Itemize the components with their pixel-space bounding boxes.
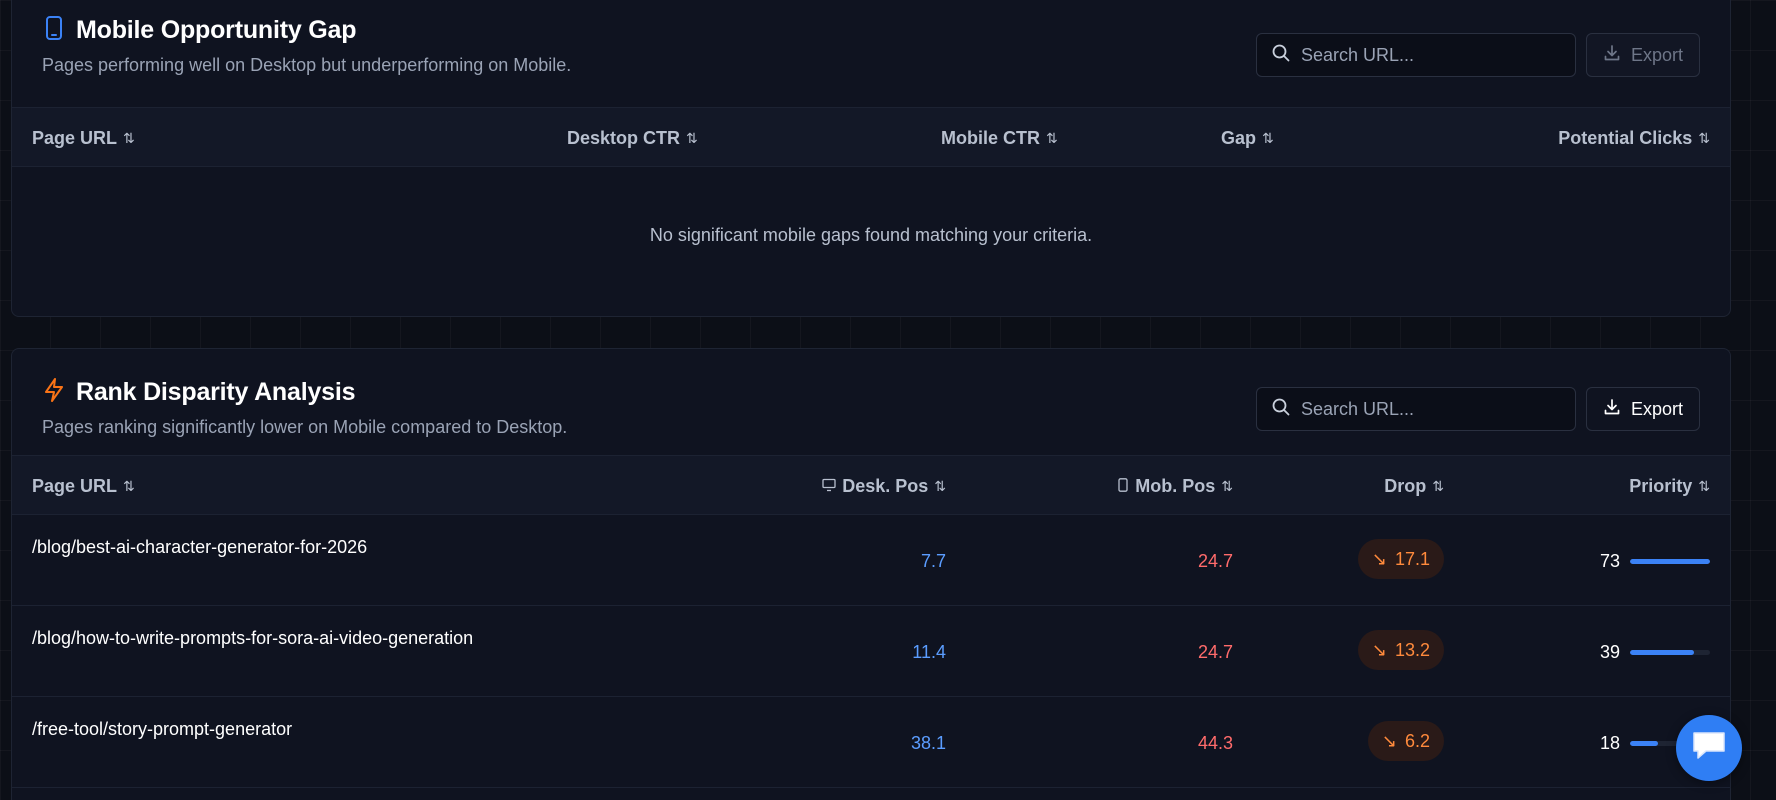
lightning-icon (42, 377, 66, 408)
page-url[interactable]: /free-tool/story-prompt-generator (32, 719, 292, 740)
arrow-down-right-icon: ↘ (1381, 730, 1397, 751)
export-button[interactable]: Export (1585, 33, 1700, 77)
search-box[interactable] (1255, 387, 1576, 431)
column-header-drop[interactable]: Drop ⇅ (1384, 456, 1444, 516)
mob-pos-value: 44.3 (1197, 733, 1233, 753)
desk-pos-value: 7.7 (920, 551, 946, 571)
chat-button[interactable] (1676, 715, 1742, 781)
column-header-page-url[interactable]: Page URL ⇅ (32, 108, 135, 168)
mobile-opportunity-gap-card: Mobile Opportunity Gap Pages performing … (11, 0, 1731, 317)
toolbar: Export (1255, 387, 1700, 431)
column-header-potential-clicks[interactable]: Potential Clicks ⇅ (1558, 108, 1710, 168)
empty-state-message: No significant mobile gaps found matchin… (649, 225, 1093, 245)
priority-value: 73 (1599, 551, 1620, 571)
toolbar: Export (1255, 33, 1700, 77)
download-icon (1603, 398, 1621, 421)
sort-icon: ⇅ (123, 477, 135, 494)
drop-badge: ↘ 17.1 (1357, 539, 1444, 579)
sort-icon: ⇅ (686, 129, 698, 146)
sort-icon: ⇅ (1432, 477, 1444, 494)
priority-bar-fill (1630, 741, 1658, 746)
table-body: /blog/best-ai-character-generator-for-20… (12, 515, 1730, 788)
export-label: Export (1630, 398, 1683, 419)
priority-bar (1630, 559, 1710, 564)
priority-value: 39 (1599, 642, 1620, 662)
arrow-down-right-icon: ↘ (1371, 639, 1387, 660)
priority-bar (1630, 650, 1710, 655)
priority-cell: 39 (1596, 642, 1710, 663)
monitor-icon (822, 476, 836, 497)
search-icon (1271, 397, 1291, 422)
section-title: Rank Disparity Analysis (76, 378, 356, 406)
title-row: Rank Disparity Analysis (42, 377, 356, 408)
smartphone-icon (42, 15, 66, 46)
sort-icon: ⇅ (1698, 129, 1710, 146)
sort-icon: ⇅ (1046, 129, 1058, 146)
sort-icon: ⇅ (1221, 477, 1233, 494)
desk-pos-value: 11.4 (912, 642, 946, 662)
priority-value: 18 (1599, 733, 1620, 753)
column-header-page-url[interactable]: Page URL ⇅ (32, 456, 135, 516)
page-url[interactable]: /blog/how-to-write-prompts-for-sora-ai-v… (32, 628, 473, 649)
sort-icon: ⇅ (1262, 129, 1274, 146)
table-header: Page URL ⇅ Desktop CTR ⇅ Mobile CTR ⇅ Gap ⇅ … (12, 107, 1730, 167)
table-row[interactable]: /blog/how-to-write-prompts-for-sora-ai-v… (12, 606, 1730, 697)
rank-disparity-card: Rank Disparity Analysis Pages ranking si… (11, 348, 1731, 800)
sort-icon: ⇅ (1698, 477, 1710, 494)
arrow-down-right-icon: ↘ (1371, 548, 1387, 569)
table-row[interactable]: /free-tool/story-prompt-generator 38.1 4… (12, 697, 1730, 788)
download-icon (1603, 44, 1621, 67)
sort-icon: ⇅ (123, 129, 135, 146)
search-input[interactable] (1300, 44, 1561, 66)
smartphone-icon (1117, 476, 1129, 497)
section-subtitle: Pages ranking significantly lower on Mob… (42, 417, 568, 437)
priority-bar-fill (1630, 650, 1694, 655)
page-url[interactable]: /blog/best-ai-character-generator-for-20… (32, 537, 367, 558)
search-input[interactable] (1300, 398, 1561, 420)
sort-icon: ⇅ (934, 477, 946, 494)
table-header: Page URL ⇅ Desk. Pos ⇅ Mob. Pos ⇅ Drop ⇅ Pri… (12, 455, 1730, 515)
title-row: Mobile Opportunity Gap (42, 15, 357, 46)
column-header-desk-pos[interactable]: Desk. Pos ⇅ (822, 456, 946, 516)
export-label: Export (1630, 44, 1683, 65)
chat-bubble-icon (1690, 729, 1728, 768)
priority-cell: 73 (1596, 551, 1710, 572)
mob-pos-value: 24.7 (1197, 551, 1233, 571)
drop-badge: ↘ 13.2 (1357, 630, 1444, 670)
card-header: Rank Disparity Analysis Pages ranking si… (12, 349, 1730, 455)
desk-pos-value: 38.1 (910, 733, 946, 753)
column-header-mobile-ctr[interactable]: Mobile CTR ⇅ (941, 108, 1058, 168)
card-header: Mobile Opportunity Gap Pages performing … (12, 0, 1730, 107)
section-subtitle: Pages performing well on Desktop but und… (42, 55, 572, 75)
priority-bar-fill (1630, 559, 1710, 564)
mob-pos-value: 24.7 (1197, 642, 1233, 662)
column-header-priority[interactable]: Priority ⇅ (1629, 456, 1710, 516)
section-title: Mobile Opportunity Gap (76, 16, 357, 44)
table-row[interactable]: /blog/best-ai-character-generator-for-20… (12, 515, 1730, 606)
search-box[interactable] (1255, 33, 1576, 77)
column-header-desktop-ctr[interactable]: Desktop CTR ⇅ (567, 108, 698, 168)
search-icon (1271, 43, 1291, 68)
column-header-mob-pos[interactable]: Mob. Pos ⇅ (1117, 456, 1233, 516)
column-header-gap[interactable]: Gap ⇅ (1221, 108, 1274, 168)
export-button[interactable]: Export (1585, 387, 1700, 431)
drop-badge: ↘ 6.2 (1367, 721, 1444, 761)
